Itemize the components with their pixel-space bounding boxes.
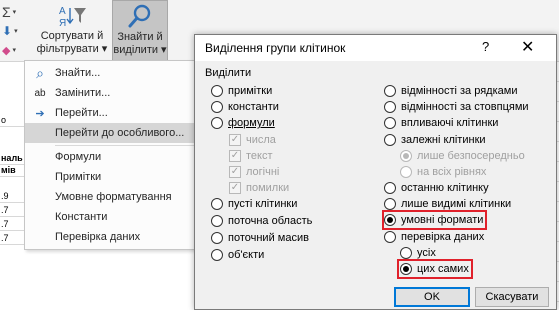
sort-filter-label-1: Сортувати й bbox=[40, 30, 104, 42]
find-select-menu: ⌕ Знайти... ab Замінити... ➔ Перейти... … bbox=[24, 60, 196, 250]
cell[interactable]: мів bbox=[0, 164, 24, 177]
sort-filter-icon: A Я bbox=[36, 0, 108, 30]
ok-button[interactable]: OK bbox=[394, 287, 470, 307]
find-select-button[interactable]: Знайти й виділити ▾ bbox=[112, 0, 168, 62]
option-current-region[interactable]: поточна область bbox=[211, 213, 312, 229]
menu-divider bbox=[55, 145, 195, 146]
check-formula-numbers[interactable]: ✓ числа bbox=[229, 132, 276, 148]
checkmark-icon: ✓ bbox=[229, 182, 241, 194]
option-objects[interactable]: об'єкти bbox=[211, 247, 264, 263]
radio-icon bbox=[384, 182, 396, 194]
sort-filter-button[interactable]: A Я Сортувати й фільтрувати ▾ bbox=[36, 0, 108, 62]
menu-item-label: Перейти до особливого... bbox=[55, 127, 185, 139]
radio-icon bbox=[400, 247, 412, 259]
menu-item-label: Формули bbox=[55, 151, 102, 163]
find-select-label-1: Знайти й bbox=[117, 31, 163, 43]
fill-down-icon: ⬇ bbox=[2, 24, 13, 38]
svg-text:Я: Я bbox=[59, 18, 66, 28]
dialog-title: Виділення групи клітинок bbox=[205, 41, 346, 55]
option-validation-same[interactable]: цих самих bbox=[400, 261, 469, 277]
menu-item-go-to[interactable]: ➔ Перейти... bbox=[25, 103, 195, 123]
checkmark-icon: ✓ bbox=[229, 150, 241, 162]
menu-item-formulas[interactable]: Формули bbox=[25, 147, 195, 167]
option-constants[interactable]: константи bbox=[211, 99, 279, 115]
menu-item-label: Константи bbox=[55, 211, 108, 223]
option-last-cell[interactable]: останню клітинку bbox=[384, 180, 489, 196]
menu-item-constants[interactable]: Константи bbox=[25, 207, 195, 227]
menu-item-label: Перейти... bbox=[55, 107, 108, 119]
find-select-label-2: виділити ▾ bbox=[113, 44, 167, 56]
menu-item-label: Перевірка даних bbox=[55, 231, 141, 243]
menu-item-label: Умовне форматування bbox=[55, 191, 172, 203]
check-formula-errors[interactable]: ✓ помилки bbox=[229, 180, 289, 196]
option-all-levels[interactable]: на всіх рівнях bbox=[400, 164, 486, 180]
worksheet-left[interactable]: о наль мів .9 .7 .7 .7 bbox=[0, 62, 24, 310]
replace-icon: ab bbox=[34, 87, 46, 99]
check-formula-text[interactable]: ✓ текст bbox=[229, 148, 273, 164]
menu-item-data-validation[interactable]: Перевірка даних bbox=[25, 227, 195, 247]
menu-item-label: Знайти... bbox=[55, 67, 101, 79]
radio-icon bbox=[400, 150, 412, 162]
radio-icon bbox=[211, 117, 223, 129]
option-precedents[interactable]: впливаючі клітинки bbox=[384, 115, 498, 131]
option-formulas[interactable]: формули bbox=[211, 115, 275, 131]
option-current-array[interactable]: поточний масив bbox=[211, 230, 309, 246]
option-column-differences[interactable]: відмінності за стовпцями bbox=[384, 99, 529, 115]
radio-icon bbox=[384, 85, 396, 97]
magnifier-icon bbox=[113, 1, 167, 31]
menu-item-notes[interactable]: Примітки bbox=[25, 167, 195, 187]
cell[interactable]: .9 bbox=[0, 190, 24, 203]
cell[interactable]: .7 bbox=[0, 232, 24, 245]
option-row-differences[interactable]: відмінності за рядками bbox=[384, 83, 517, 99]
radio-icon bbox=[384, 117, 396, 129]
svg-text:A: A bbox=[59, 6, 66, 17]
help-button[interactable]: ? bbox=[482, 39, 489, 54]
menu-item-label: Замінити... bbox=[55, 87, 111, 99]
radio-icon bbox=[211, 232, 223, 244]
radio-icon bbox=[384, 214, 396, 226]
go-to-arrow-icon: ➔ bbox=[35, 107, 45, 120]
radio-icon bbox=[384, 198, 396, 210]
option-blanks[interactable]: пусті клітинки bbox=[211, 196, 297, 212]
menu-item-find[interactable]: ⌕ Знайти... bbox=[25, 63, 195, 83]
option-data-validation[interactable]: перевірка даних bbox=[384, 229, 484, 245]
fill-button[interactable]: ⬇ ▾ bbox=[2, 21, 28, 41]
checkmark-icon: ✓ bbox=[229, 166, 241, 178]
cell[interactable]: .7 bbox=[0, 218, 24, 231]
autosum-button[interactable]: Σ ▾ bbox=[2, 2, 28, 22]
search-icon: ⌕ bbox=[36, 64, 44, 81]
cell[interactable]: о bbox=[0, 114, 24, 127]
cell[interactable]: .7 bbox=[0, 204, 24, 217]
check-formula-logical[interactable]: ✓ логічні bbox=[229, 164, 279, 180]
radio-icon bbox=[384, 231, 396, 243]
go-to-special-dialog: Виділення групи клітинок ? ✕ Виділити пр… bbox=[194, 34, 557, 310]
menu-item-replace[interactable]: ab Замінити... bbox=[25, 83, 195, 103]
autosum-icon: Σ bbox=[2, 4, 11, 20]
radio-icon bbox=[211, 198, 223, 210]
editing-tools: Σ ▾ ⬇ ▾ ◆ ▾ bbox=[0, 0, 30, 62]
sort-filter-label-2: фільтрувати ▾ bbox=[36, 43, 108, 55]
radio-icon bbox=[400, 263, 412, 275]
clear-button[interactable]: ◆ ▾ bbox=[2, 40, 28, 60]
radio-icon bbox=[400, 166, 412, 178]
radio-icon bbox=[211, 101, 223, 113]
cancel-button[interactable]: Скасувати bbox=[475, 287, 549, 307]
menu-item-label: Примітки bbox=[55, 171, 102, 183]
dialog-title-bar[interactable]: Виділення групи клітинок ? ✕ bbox=[195, 35, 556, 61]
radio-icon bbox=[384, 134, 396, 146]
menu-item-go-to-special[interactable]: Перейти до особливого... bbox=[25, 123, 195, 143]
radio-icon bbox=[211, 249, 223, 261]
radio-icon bbox=[384, 101, 396, 113]
radio-icon bbox=[211, 85, 223, 97]
select-group-label: Виділити bbox=[205, 67, 252, 79]
clear-eraser-icon: ◆ bbox=[2, 44, 11, 57]
close-icon[interactable]: ✕ bbox=[521, 37, 534, 57]
menu-item-conditional-formatting[interactable]: Умовне форматування bbox=[25, 187, 195, 207]
option-dependents[interactable]: залежні клітинки bbox=[384, 132, 486, 148]
checkmark-icon: ✓ bbox=[229, 134, 241, 146]
option-direct-only[interactable]: лише безпосередньо bbox=[400, 148, 525, 164]
option-notes[interactable]: примітки bbox=[211, 83, 272, 99]
radio-icon bbox=[211, 215, 223, 227]
option-conditional-formats[interactable]: умовні формати bbox=[384, 212, 483, 228]
